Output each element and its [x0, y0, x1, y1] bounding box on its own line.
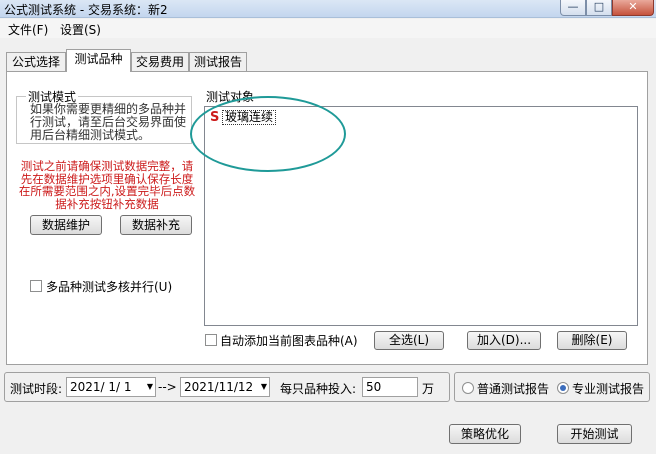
chevron-down-icon[interactable]: ▼ [147, 378, 153, 396]
period-label: 测试时段: [10, 382, 63, 396]
title-bar: 公式测试系统 - 交易系统：新2 — □ ✕ [0, 0, 656, 18]
optimize-button[interactable]: 策略优化 [449, 424, 521, 444]
add-button[interactable]: 加入(D)... [467, 331, 541, 350]
end-date-value: 2021/11/12 [184, 380, 254, 394]
minimize-button[interactable]: — [560, 0, 586, 16]
start-test-button[interactable]: 开始测试 [557, 424, 632, 444]
window-title: 公式测试系统 - 交易系统：新2 [4, 3, 168, 17]
auto-add-label: 自动添加当前图表品种(A) [220, 334, 358, 348]
menu-settings[interactable]: 设置(S) [60, 21, 101, 38]
investment-label: 每只品种投入: [280, 382, 357, 396]
chevron-down-icon[interactable]: ▼ [261, 378, 267, 396]
tab-test-report[interactable]: 测试报告 [189, 52, 247, 72]
multicore-label: 多品种测试多核并行(U) [46, 280, 173, 294]
start-date-picker[interactable]: 2021/ 1/ 1 ▼ [66, 377, 156, 397]
investment-input[interactable]: 50 [362, 377, 418, 397]
pro-report-radio[interactable] [557, 382, 569, 394]
menu-bar: 文件(F) 设置(S) [0, 19, 656, 38]
pro-report-label: 专业测试报告 [572, 382, 645, 396]
data-warning-text: 测试之前请确保测试数据完整，请先在数据维护选项里确认保存长度在所需要范围之内,设… [18, 159, 196, 211]
menu-file[interactable]: 文件(F) [8, 21, 48, 38]
period-arrow: --> [158, 380, 177, 394]
tab-test-symbols[interactable]: 测试品种 [66, 49, 131, 72]
maximize-button[interactable]: □ [586, 0, 612, 16]
multicore-checkbox[interactable] [30, 280, 42, 292]
data-maintain-button[interactable]: 数据维护 [30, 215, 102, 235]
start-date-value: 2021/ 1/ 1 [70, 380, 132, 394]
normal-report-label: 普通测试报告 [477, 382, 550, 396]
normal-report-radio[interactable] [462, 382, 474, 394]
select-all-button[interactable]: 全选(L) [374, 331, 444, 350]
auto-add-checkbox[interactable] [205, 334, 217, 346]
highlight-ellipse [190, 96, 346, 172]
tab-trading-fees[interactable]: 交易费用 [131, 52, 189, 72]
data-supplement-button[interactable]: 数据补充 [120, 215, 192, 235]
investment-unit: 万 [422, 382, 435, 396]
close-button[interactable]: ✕ [612, 0, 654, 16]
test-mode-description: 如果你需要更精细的多品种并行测试，请至后台交易界面使用后台精细测试模式。 [30, 102, 187, 142]
end-date-picker[interactable]: 2021/11/12 ▼ [180, 377, 270, 397]
delete-button[interactable]: 删除(E) [557, 331, 627, 350]
tab-formula-select[interactable]: 公式选择 [6, 52, 66, 72]
